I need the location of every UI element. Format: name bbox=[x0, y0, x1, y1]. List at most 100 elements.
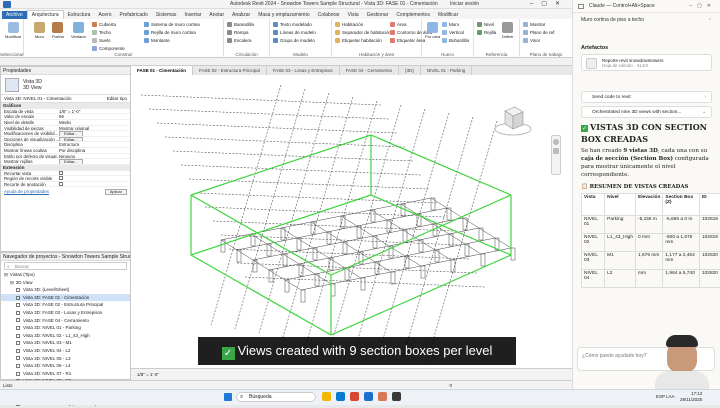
ribbon-tab-8[interactable]: Analizar bbox=[228, 11, 254, 19]
browser-item[interactable]: Vista 3D: FASE 04 - Cerramiento bbox=[1, 317, 130, 325]
view-tab[interactable]: {3D} bbox=[399, 66, 421, 75]
tag-room-button[interactable]: Etiquetar habitación bbox=[335, 38, 382, 43]
ramp-button[interactable]: Rampa bbox=[227, 30, 249, 35]
browser-item[interactable]: Vista 3D: NIVEL 01 - Parking bbox=[1, 324, 130, 332]
browser-item[interactable]: Vista 3D: NIVEL 02 - L1_43_High bbox=[1, 332, 130, 340]
checkbox[interactable] bbox=[59, 182, 63, 186]
edit-button[interactable]: Editar... bbox=[59, 137, 83, 142]
ref-plane-button[interactable]: Plano de ref. bbox=[523, 30, 556, 35]
type-selector[interactable]: Vista 3D 3D View bbox=[1, 75, 130, 95]
clock[interactable]: 17:1229/11/2025 bbox=[680, 391, 702, 403]
room-button[interactable]: Habitación bbox=[335, 22, 363, 27]
model-group-button[interactable]: Grupo de modelo bbox=[273, 38, 315, 43]
ribbon-tab-12[interactable]: Gestionar bbox=[363, 11, 393, 19]
select-dropdown[interactable]: Seleccionar bbox=[0, 52, 23, 57]
property-value[interactable]: Editar... bbox=[59, 137, 130, 142]
ribbon-tab-4[interactable]: Prefabricado bbox=[116, 11, 152, 19]
view-checkbox[interactable] bbox=[16, 296, 20, 300]
checkbox[interactable] bbox=[59, 176, 63, 180]
ribbon-tab-3[interactable]: Acero bbox=[94, 11, 115, 19]
curtain-system-button[interactable]: Sistema de muro cortina bbox=[144, 22, 200, 27]
view-tab[interactable]: NIVEL 01 - Parking bbox=[421, 66, 472, 75]
browser-item[interactable]: Vista 3D: NIVEL 06 - L4 bbox=[1, 362, 130, 370]
zoom-icon[interactable] bbox=[553, 148, 559, 154]
property-value[interactable]: Medio bbox=[59, 120, 130, 125]
by-face-button[interactable]: Por cara bbox=[425, 22, 440, 39]
browser-item[interactable]: Vista 3D: NIVEL 04 - L2 bbox=[1, 347, 130, 355]
model-text-button[interactable]: Texto modelado bbox=[273, 22, 312, 27]
view-checkbox[interactable] bbox=[16, 364, 20, 368]
door-button[interactable]: Puerta bbox=[52, 22, 64, 40]
ribbon-tab-9[interactable]: Masa y emplazamiento bbox=[254, 11, 313, 19]
view-checkbox[interactable] bbox=[16, 334, 20, 338]
taskbar-search[interactable]: ⌕ Búsqueda bbox=[236, 392, 316, 402]
browser-item[interactable]: Vista 3D: FASE 02 - Estructura Principal bbox=[1, 301, 130, 309]
office-icon[interactable] bbox=[350, 392, 359, 401]
viewer-button[interactable]: Visor bbox=[523, 38, 540, 43]
window-controls[interactable]: –▢✕ bbox=[689, 0, 716, 13]
view-tab[interactable]: FASE 03 - Losas y Entrepisos bbox=[267, 66, 340, 75]
component-button[interactable]: Componente bbox=[92, 46, 125, 51]
ribbon-tab-6[interactable]: Insertar bbox=[180, 11, 205, 19]
view-cube[interactable] bbox=[493, 103, 533, 139]
property-value[interactable]: Estructura bbox=[59, 142, 130, 147]
sidebar-toggle-icon[interactable] bbox=[578, 4, 584, 9]
property-value[interactable]: Ninguno bbox=[59, 154, 130, 159]
edit-button[interactable]: Editar... bbox=[59, 159, 83, 164]
view-tab[interactable]: FASE 04 - Cerramiento bbox=[340, 66, 400, 75]
model-lines-button[interactable]: Líneas de modelo bbox=[273, 30, 316, 35]
start-icon[interactable] bbox=[224, 393, 232, 401]
tag-area-button[interactable]: Etiquetar área bbox=[390, 38, 425, 43]
level-button[interactable]: Nivel bbox=[477, 22, 494, 27]
stair-button[interactable]: Escalera bbox=[227, 38, 252, 43]
ribbon-tab-13[interactable]: Complementos bbox=[392, 11, 434, 19]
window-controls[interactable]: –▢✕ bbox=[530, 0, 568, 7]
dormer-button[interactable]: Buhardilla bbox=[442, 38, 469, 43]
wall-opening-button[interactable]: Muro bbox=[442, 22, 459, 27]
browser-item[interactable]: Vista 3D: FASE 03 - Losas y Entrepisos bbox=[1, 309, 130, 317]
railing-button[interactable]: Barandilla bbox=[227, 22, 254, 27]
view-checkbox[interactable] bbox=[16, 356, 20, 360]
view-checkbox[interactable] bbox=[16, 341, 20, 345]
tool-call-orchestrated[interactable]: Orchestrated nine 3D views with section.… bbox=[581, 106, 712, 118]
vertical-opening-button[interactable]: Vertical bbox=[442, 30, 464, 35]
view-checkbox[interactable] bbox=[16, 318, 20, 322]
property-value[interactable]: Por disciplina bbox=[59, 148, 130, 153]
modify-button[interactable]: Modificar bbox=[5, 22, 21, 40]
ribbon-tab-2[interactable]: Estructura bbox=[64, 11, 95, 19]
area-button[interactable]: Área bbox=[390, 22, 407, 27]
chat-top-item[interactable]: Muro cortina de piso a techo ⌃ bbox=[573, 13, 720, 43]
view-tab[interactable]: FASE 02 - Estructura Principal bbox=[193, 66, 267, 75]
browser-item[interactable]: Vista 3D: NIVEL 03 - M1 bbox=[1, 339, 130, 347]
browser-item[interactable]: Vista 3D: {Level/Sheet} bbox=[1, 286, 130, 294]
language-indicator[interactable]: ESP LAA bbox=[656, 394, 675, 399]
edit-button[interactable]: Editar... bbox=[59, 131, 83, 136]
view-scale[interactable]: 1/8" = 1'-0" bbox=[137, 372, 159, 377]
roof-button[interactable]: Cubierta bbox=[92, 22, 116, 27]
property-value[interactable]: 1/8" = 1'-0" bbox=[59, 109, 130, 114]
steering-wheel-icon[interactable] bbox=[553, 139, 559, 145]
tool-call-send-code[interactable]: Send code to revit› bbox=[581, 91, 712, 103]
browser-item[interactable]: Vista 3D: FASE 01 - Cimentación bbox=[1, 294, 130, 302]
file-explorer-icon[interactable] bbox=[322, 392, 331, 401]
expand-icon[interactable]: ⊟ bbox=[4, 271, 8, 279]
ribbon-tab-7[interactable]: Anotar bbox=[205, 11, 228, 19]
ceiling-button[interactable]: Techo bbox=[92, 30, 111, 35]
view-tab[interactable]: FASE 01 - Cimentación bbox=[131, 66, 193, 75]
apply-button[interactable]: Aplicar bbox=[105, 189, 127, 195]
browser-item[interactable]: Vista 3D: NIVEL 07 - R1 bbox=[1, 370, 130, 378]
browser-search-input[interactable]: ⌕ Buscar bbox=[4, 262, 127, 270]
artifact-card[interactable]: Reporte revit snowdowntowers Hoja de cál… bbox=[581, 54, 712, 71]
sign-in-link[interactable]: Iniciar sesión bbox=[450, 1, 479, 7]
floor-button[interactable]: Suelo bbox=[92, 38, 111, 43]
checkbox[interactable] bbox=[59, 171, 63, 175]
view-checkbox[interactable] bbox=[16, 326, 20, 330]
property-value[interactable]: Editar... bbox=[59, 131, 130, 136]
ribbon-tab-14[interactable]: Modificar bbox=[434, 11, 462, 19]
revit-logo-icon[interactable] bbox=[3, 1, 11, 8]
ribbon-tab-0[interactable]: Archivo bbox=[2, 11, 27, 19]
view-checkbox[interactable] bbox=[16, 288, 20, 292]
set-button[interactable]: Definir bbox=[502, 22, 514, 39]
browser-item[interactable]: Vista 3D: NIVEL 05 - L3 bbox=[1, 355, 130, 363]
browser-item[interactable]: ⊟3D View bbox=[1, 279, 130, 287]
